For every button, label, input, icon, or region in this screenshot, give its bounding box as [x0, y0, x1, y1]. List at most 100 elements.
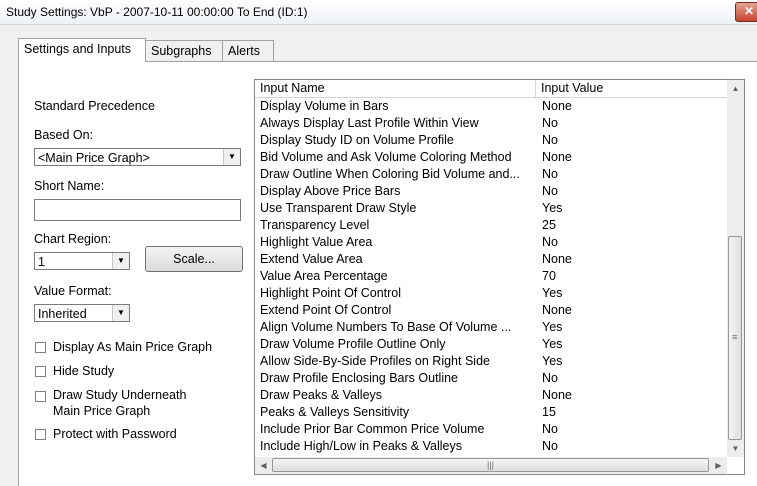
based-on-value: <Main Price Graph> — [38, 151, 150, 165]
value-format-label: Value Format: — [34, 284, 112, 298]
input-name-cell: Align Volume Numbers To Base Of Volume .… — [260, 320, 512, 334]
short-name-label: Short Name: — [34, 179, 105, 193]
standard-precedence-label: Standard Precedence — [34, 99, 155, 113]
table-row[interactable]: Draw Peaks & Valleys None — [255, 387, 727, 404]
input-value-cell[interactable]: 25 — [542, 217, 722, 234]
table-row[interactable]: Draw Outline When Coloring Bid Volume an… — [255, 166, 727, 183]
input-value-cell[interactable]: None — [542, 149, 722, 166]
table-row[interactable]: Highlight Point Of Control Yes — [255, 285, 727, 302]
input-name-cell: Extend Point Of Control — [260, 303, 392, 317]
table-row[interactable]: Highlight Value Area No — [255, 234, 727, 251]
input-value-cell[interactable]: No — [542, 132, 722, 149]
input-value-cell[interactable]: Yes — [542, 200, 722, 217]
input-name-cell: Include Prior Bar Common Price Volume — [260, 422, 485, 436]
draw-study-underneath-label-line2: Main Price Graph — [53, 404, 151, 418]
table-row[interactable]: Extend Point Of Control None — [255, 302, 727, 319]
input-name-cell: Highlight Value Area — [260, 235, 373, 249]
table-row[interactable]: Draw Profile Enclosing Bars Outline No — [255, 370, 727, 387]
input-value-cell[interactable]: No — [542, 183, 722, 200]
input-value-cell[interactable]: Yes — [542, 353, 722, 370]
input-value-cell[interactable]: None — [542, 387, 722, 404]
input-name-cell: Draw Outline When Coloring Bid Volume an… — [260, 167, 520, 181]
chart-region-label: Chart Region: — [34, 232, 112, 246]
display-as-main-price-graph-label: Display As Main Price Graph — [53, 340, 213, 354]
input-name-cell: Value Area Percentage — [260, 269, 388, 283]
input-value-cell[interactable]: No — [542, 438, 722, 455]
input-name-cell: Bid Volume and Ask Volume Coloring Metho… — [260, 150, 512, 164]
input-value-cell[interactable]: No — [542, 115, 722, 132]
short-name-input[interactable] — [34, 199, 241, 221]
input-name-cell: Draw Peaks & Valleys — [260, 388, 383, 402]
input-name-cell: Display Study ID on Volume Profile — [260, 133, 454, 147]
input-name-cell: Display Above Price Bars — [260, 184, 401, 198]
based-on-label: Based On: — [34, 128, 94, 142]
table-row[interactable]: Use Transparent Draw Style Yes — [255, 200, 727, 217]
table-row[interactable]: Align Volume Numbers To Base Of Volume .… — [255, 319, 727, 336]
close-button[interactable]: ✕ — [735, 2, 757, 22]
input-name-cell: Peaks & Valleys Sensitivity — [260, 405, 410, 419]
hide-study-checkbox[interactable] — [35, 366, 46, 377]
input-value-cell[interactable]: Yes — [542, 336, 722, 353]
window-title: Study Settings: VbP - 2007-10-11 00:00:0… — [6, 5, 308, 19]
input-name-cell: Draw Profile Enclosing Bars Outline — [260, 371, 458, 385]
input-name-cell: Allow Side-By-Side Profiles on Right Sid… — [260, 354, 490, 368]
table-row[interactable]: Transparency Level 25 — [255, 217, 727, 234]
protect-with-password-checkbox[interactable] — [35, 429, 46, 440]
table-row[interactable]: Value Area Percentage 70 — [255, 268, 727, 285]
table-row[interactable]: Include High/Low in Peaks & Valleys No — [255, 438, 727, 455]
scroll-up-icon[interactable]: ▲ — [727, 80, 744, 97]
input-name-cell: Highlight Point Of Control — [260, 286, 402, 300]
input-value-cell[interactable]: No — [542, 234, 722, 251]
table-row[interactable]: Peaks & Valleys Sensitivity 15 — [255, 404, 727, 421]
tab-settings-and-inputs[interactable]: Settings and Inputs — [18, 38, 146, 62]
vertical-scrollbar[interactable]: ▲ ≡ ▼ — [727, 80, 744, 457]
input-value-cell[interactable]: None — [542, 251, 722, 268]
table-row[interactable]: Include Prior Bar Common Price Volume No — [255, 421, 727, 438]
draw-study-underneath-checkbox[interactable] — [35, 391, 46, 402]
horizontal-scrollbar[interactable]: ◀ ||| ▶ — [255, 457, 727, 474]
tab-subgraphs[interactable]: Subgraphs — [145, 40, 225, 61]
table-row[interactable]: Extend Value Area None — [255, 251, 727, 268]
close-icon: ✕ — [743, 4, 755, 18]
column-header-input-value[interactable]: Input Value — [536, 80, 731, 97]
table-row[interactable]: Always Display Last Profile Within View N… — [255, 115, 727, 132]
input-name-cell: Extend Value Area — [260, 252, 363, 266]
input-name-cell: Use Transparent Draw Style — [260, 201, 417, 215]
based-on-dropdown[interactable]: <Main Price Graph> ▼ — [34, 148, 241, 166]
input-name-cell: Include High/Low in Peaks & Valleys — [260, 439, 462, 453]
table-row[interactable]: Allow Side-By-Side Profiles on Right Sid… — [255, 353, 727, 370]
scroll-right-icon[interactable]: ▶ — [710, 457, 727, 474]
input-name-cell: Always Display Last Profile Within View — [260, 116, 479, 130]
input-value-cell[interactable]: 15 — [542, 404, 722, 421]
display-as-main-price-graph-checkbox[interactable] — [35, 342, 46, 353]
chevron-down-icon: ▼ — [112, 253, 129, 269]
input-name-cell: Draw Volume Profile Outline Only — [260, 337, 446, 351]
scale-button[interactable]: Scale... — [145, 246, 243, 272]
scroll-down-icon[interactable]: ▼ — [727, 440, 744, 457]
table-row[interactable]: Display Study ID on Volume Profile No — [255, 132, 727, 149]
hide-study-label: Hide Study — [53, 364, 115, 378]
table-row[interactable]: Draw Volume Profile Outline Only Yes — [255, 336, 727, 353]
grip-icon: ||| — [486, 460, 494, 470]
input-name-cell: Transparency Level — [260, 218, 370, 232]
table-row[interactable]: Display Volume in Bars None — [255, 98, 727, 115]
scroll-left-icon[interactable]: ◀ — [255, 457, 272, 474]
tab-alerts[interactable]: Alerts — [222, 40, 274, 61]
input-value-cell[interactable]: 70 — [542, 268, 722, 285]
input-value-cell[interactable]: No — [542, 370, 722, 387]
input-value-cell[interactable]: None — [542, 98, 722, 115]
column-header-input-name[interactable]: Input Name — [255, 80, 536, 97]
horizontal-scroll-thumb[interactable]: ||| — [272, 458, 709, 472]
input-value-cell[interactable]: No — [542, 421, 722, 438]
input-value-cell[interactable]: Yes — [542, 285, 722, 302]
table-row[interactable]: Display Above Price Bars No — [255, 183, 727, 200]
vertical-scroll-thumb[interactable]: ≡ — [728, 236, 742, 440]
input-value-cell[interactable]: No — [542, 166, 722, 183]
inputs-grid: Input Name Input Value Display Volume in… — [254, 79, 745, 475]
value-format-dropdown[interactable]: Inherited ▼ — [34, 304, 130, 322]
input-value-cell[interactable]: Yes — [542, 319, 722, 336]
title-bar: Study Settings: VbP - 2007-10-11 00:00:0… — [0, 0, 757, 25]
table-row[interactable]: Bid Volume and Ask Volume Coloring Metho… — [255, 149, 727, 166]
chart-region-dropdown[interactable]: 1 ▼ — [34, 252, 130, 270]
input-value-cell[interactable]: None — [542, 302, 722, 319]
